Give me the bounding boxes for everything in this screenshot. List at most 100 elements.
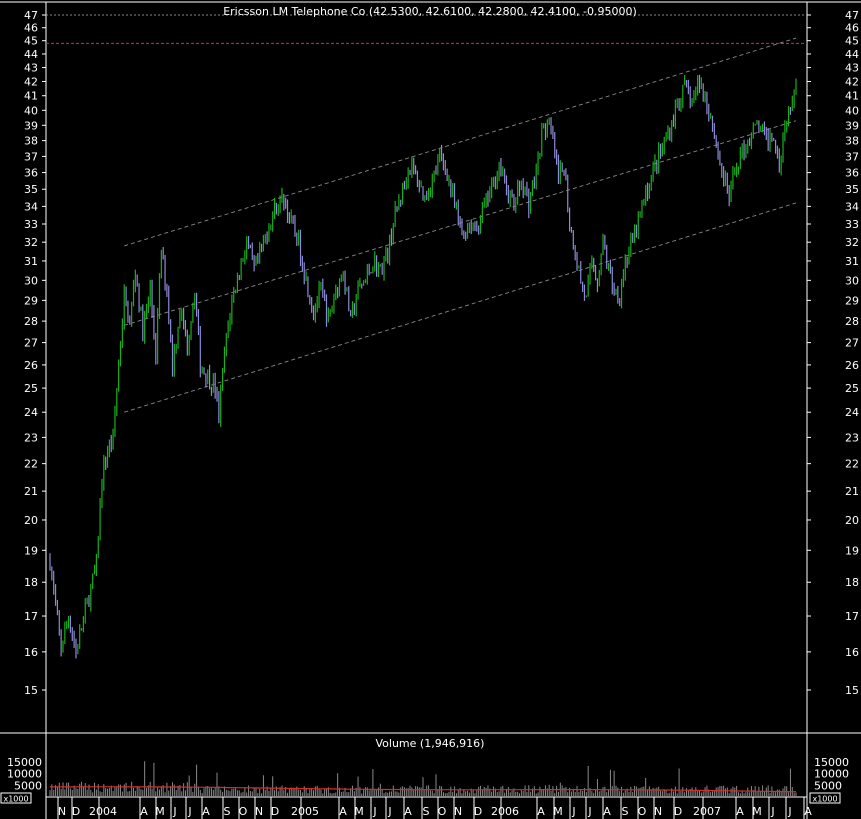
x-tick-label: A xyxy=(202,805,210,818)
x-tick-label: A xyxy=(140,805,148,818)
y-tick-label: 31 xyxy=(24,255,38,268)
x-tick-label: O xyxy=(239,805,248,818)
x-tick-label: A xyxy=(404,805,412,818)
x-tick-label: O xyxy=(638,805,647,818)
x-tick-label: 2006 xyxy=(491,805,519,818)
y-tick-label: 43 xyxy=(845,62,859,75)
x-tick-label: S xyxy=(423,805,430,818)
channel-line-lower xyxy=(124,202,797,413)
x-tick-label: D xyxy=(72,805,80,818)
x-tick-label: M xyxy=(752,805,762,818)
x-tick-label: A xyxy=(603,805,611,818)
x-tick-label: M xyxy=(553,805,563,818)
y-axis-right: 15 16 17 18 19 20 21 22 23 24 25 26 27 28 29 30 31 32 33 34… xyxy=(807,9,859,697)
y-tick-label: 28 xyxy=(845,315,859,328)
y-tick-label: 26 xyxy=(845,359,859,372)
y-tick-label: 41 xyxy=(845,90,859,103)
volume-bars xyxy=(49,761,797,797)
y-tick-label: 20 xyxy=(845,514,859,527)
x-tick-label: J xyxy=(187,805,191,818)
x-tick-label: A xyxy=(339,805,347,818)
y-tick-label: 34 xyxy=(24,200,38,213)
x-tick-label: N xyxy=(654,805,662,818)
y-tick-label: 44 xyxy=(845,48,859,61)
stock-chart: 15 16 17 18 19 20 21 22 23 24 25 26 27 28 29 30 31 32 33 34… xyxy=(0,1,861,819)
x-tick-label: J xyxy=(571,805,575,818)
y-tick-label: 38 xyxy=(24,135,38,148)
y-tick-label: 22 xyxy=(845,458,859,471)
y-tick-label: 42 xyxy=(24,75,38,88)
y-tick-label: 40 xyxy=(24,104,38,117)
y-tick-label: 40 xyxy=(845,104,859,117)
y-tick-label: 45 xyxy=(845,35,859,48)
y-tick-label: 32 xyxy=(24,236,38,249)
y-tick-label: 23 xyxy=(24,431,38,444)
y-tick-label: 35 xyxy=(24,183,38,196)
volume-tick-label: 5000 xyxy=(14,779,42,792)
y-tick-label: 26 xyxy=(24,359,38,372)
y-tick-label: 19 xyxy=(845,544,859,557)
x-tick-label: N xyxy=(58,805,66,818)
volume-tick-label: 10000 xyxy=(7,768,42,781)
chart-title: Ericsson LM Telephone Co (42.5300, 42.61… xyxy=(223,5,637,18)
y-tick-label: 16 xyxy=(24,646,38,659)
y-tick-label: 18 xyxy=(845,576,859,589)
y-tick-label: 27 xyxy=(845,337,859,350)
x-tick-label: O xyxy=(438,805,447,818)
y-tick-label: 21 xyxy=(24,485,38,498)
x-tick-label: N xyxy=(255,805,263,818)
y-tick-label: 15 xyxy=(24,684,38,697)
x-tick-label: 2007 xyxy=(693,805,721,818)
y-tick-label: 22 xyxy=(24,458,38,471)
volume-tick-label: 15000 xyxy=(814,756,849,769)
y-tick-label: 16 xyxy=(845,646,859,659)
price-panel: 15 16 17 18 19 20 21 22 23 24 25 26 27 28 29 30 31 32 33 34… xyxy=(0,1,861,734)
volume-title: Volume (1,946,916) xyxy=(376,737,485,750)
y-tick-label: 33 xyxy=(845,218,859,231)
y-tick-label: 15 xyxy=(845,684,859,697)
x-tick-label: N xyxy=(454,805,462,818)
y-tick-label: 21 xyxy=(845,485,859,498)
x-tick-label: A xyxy=(804,805,812,818)
x-tick-label: M xyxy=(155,805,165,818)
x-tick-label: J xyxy=(372,805,376,818)
x-tick-label: J xyxy=(787,805,791,818)
y-tick-label: 36 xyxy=(845,167,859,180)
y-tick-label: 28 xyxy=(24,315,38,328)
x-tick-label: A xyxy=(736,805,744,818)
x-tick-label: D xyxy=(474,805,482,818)
y-tick-label: 31 xyxy=(845,255,859,268)
y-tick-label: 29 xyxy=(24,294,38,307)
x-axis-labels: N D 2004 A M J J A S O N D 2005 A M J J A S O N D 2006 A M J J A S O N… xyxy=(57,797,812,819)
y-tick-label: 47 xyxy=(24,9,38,22)
y-tick-label: 30 xyxy=(845,274,859,287)
y-tick-label: 33 xyxy=(24,218,38,231)
y-tick-label: 25 xyxy=(24,382,38,395)
price-bars xyxy=(49,74,797,659)
y-tick-label: 18 xyxy=(24,576,38,589)
x-tick-label: M xyxy=(354,805,364,818)
y-tick-label: 29 xyxy=(845,294,859,307)
y-axis-left: 15 16 17 18 19 20 21 22 23 24 25 26 27 28 29 30 31 32 33 34… xyxy=(24,9,46,697)
y-tick-label: 41 xyxy=(24,90,38,103)
y-tick-label: 30 xyxy=(24,274,38,287)
y-tick-label: 32 xyxy=(845,236,859,249)
y-tick-label: 24 xyxy=(24,406,38,419)
y-tick-label: 17 xyxy=(845,610,859,623)
y-tick-label: 34 xyxy=(845,200,859,213)
y-tick-label: 35 xyxy=(845,183,859,196)
y-tick-label: 17 xyxy=(24,610,38,623)
volume-tick-label: 5000 xyxy=(814,779,842,792)
y-tick-label: 46 xyxy=(845,22,859,35)
x-tick-label: 2004 xyxy=(89,805,117,818)
y-tick-label: 46 xyxy=(24,22,38,35)
y-tick-label: 45 xyxy=(24,35,38,48)
x-tick-label: J xyxy=(587,805,591,818)
y-tick-label: 36 xyxy=(24,167,38,180)
y-tick-label: 19 xyxy=(24,544,38,557)
x-tick-label: J xyxy=(770,805,774,818)
x-tick-label: J xyxy=(172,805,176,818)
x-tick-label: D xyxy=(271,805,279,818)
y-tick-label: 44 xyxy=(24,48,38,61)
volume-panel: 5000 500010000 1000015000 15000 Volume (1,9… xyxy=(0,733,849,819)
